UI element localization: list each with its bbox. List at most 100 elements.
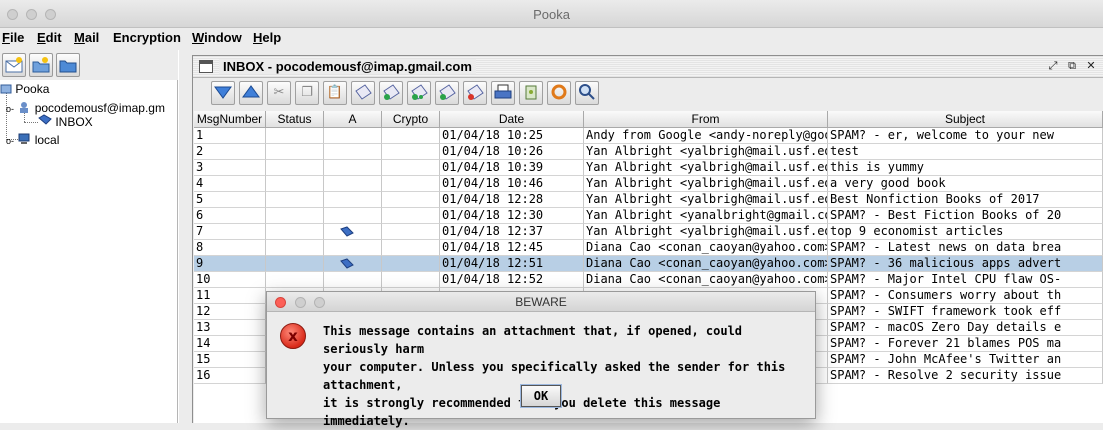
previous-message-button[interactable] (239, 81, 263, 105)
cell-attachment (324, 144, 382, 160)
inbox-frame-titlebar[interactable]: INBOX - pocodemousf@imap.gmail.com ⤢ ⧉ ✕ (193, 56, 1103, 78)
envelope-icon (355, 84, 372, 100)
table-row[interactable]: 2 01/04/18 10:26 Yan Albright <yalbrigh@ma… (194, 144, 1103, 160)
save-attachment-button[interactable] (519, 81, 543, 105)
dialog-message-line: your computer. Unless you specifically a… (323, 360, 786, 392)
dialog-minimize-button[interactable] (295, 297, 306, 308)
open-folder-button[interactable] (29, 53, 53, 77)
paste-button[interactable]: 📋 (323, 81, 347, 105)
menu-file[interactable]: File (2, 30, 24, 45)
menu-encryption[interactable]: Encryption (113, 30, 181, 45)
refresh-button[interactable] (547, 81, 571, 105)
table-row[interactable]: 6 01/04/18 12:30 Yan Albright <yanalbright… (194, 208, 1103, 224)
expand-handle-icon[interactable]: o- (6, 104, 14, 114)
refresh-icon (551, 84, 567, 100)
menu-edit[interactable]: Edit (37, 30, 62, 45)
send-button[interactable] (435, 81, 459, 105)
clipboard-icon: 📋 (326, 85, 344, 100)
cell-attachment (324, 160, 382, 176)
cell-crypto (382, 224, 440, 240)
cell-crypto (382, 176, 440, 192)
cell-from: Diana Cao <conan_caoyan@yahoo.com> (584, 256, 828, 272)
cell-status (266, 208, 324, 224)
cell-subject: SPAM? - Consumers worry about th (828, 288, 1103, 304)
cell-subject: SPAM? - John McAfee's Twitter an (828, 352, 1103, 368)
cell-subject: Best Nonfiction Books of 2017 (828, 192, 1103, 208)
ok-button[interactable]: OK (521, 385, 561, 407)
folder-star-icon (32, 57, 50, 73)
arrow-down-icon (214, 86, 232, 99)
frame-close-button[interactable]: ✕ (1083, 59, 1099, 73)
inbox-frame-title: INBOX - pocodemousf@imap.gmail.com (219, 59, 476, 74)
table-row[interactable]: 8 01/04/18 12:45 Diana Cao <conan_caoyan@y… (194, 240, 1103, 256)
cell-msgnumber: 10 (194, 272, 266, 288)
cell-msgnumber: 15 (194, 352, 266, 368)
column-header-status[interactable]: Status (266, 111, 324, 128)
cell-attachment (324, 208, 382, 224)
cell-attachment (324, 176, 382, 192)
cell-crypto (382, 272, 440, 288)
cell-attachment (324, 128, 382, 144)
new-message-button[interactable] (2, 53, 26, 77)
cell-msgnumber: 6 (194, 208, 266, 224)
magnifier-icon (579, 84, 595, 100)
table-row[interactable]: 4 01/04/18 10:46 Yan Albright <yalbrigh@ma… (194, 176, 1103, 192)
column-header-subject[interactable]: Subject (828, 111, 1103, 128)
dialog-titlebar[interactable]: BEWARE (267, 292, 815, 312)
folder-button[interactable] (56, 53, 80, 77)
column-header-from[interactable]: From (584, 111, 828, 128)
tree-local[interactable]: o- local (6, 132, 59, 147)
attachment-icon (340, 226, 354, 237)
table-row[interactable]: 1 01/04/18 10:25 Andy from Google <andy-no… (194, 128, 1103, 144)
tree-root-label: Pooka (15, 82, 50, 96)
tree-account[interactable]: o- pocodemousf@imap.gm (6, 100, 165, 115)
table-row[interactable]: 7 01/04/18 12:37 Yan Albright <yalbrigh@ma… (194, 224, 1103, 240)
reply-button[interactable] (351, 81, 375, 105)
frame-iconify-button[interactable]: ⤢ (1045, 59, 1061, 73)
menu-help[interactable]: Help (253, 30, 281, 45)
table-row[interactable]: 5 01/04/18 12:28 Yan Albright <yalbrigh@ma… (194, 192, 1103, 208)
cell-status (266, 272, 324, 288)
cell-from: Yan Albright <yalbrigh@mail.usf.edu> (584, 176, 828, 192)
dialog-message: This message contains an attachment that… (323, 322, 813, 430)
cell-status (266, 256, 324, 272)
computer-icon (18, 133, 30, 144)
cell-attachment (324, 192, 382, 208)
inbox-toolbar: ✂ ❐ 📋 (205, 80, 1103, 108)
table-row[interactable]: 10 01/04/18 12:52 Diana Cao <conan_caoyan@… (194, 272, 1103, 288)
table-row[interactable]: 3 01/04/18 10:39 Yan Albright <yalbrigh@ma… (194, 160, 1103, 176)
copy-icon: ❐ (301, 85, 313, 100)
table-row[interactable]: 9 01/04/18 12:51 Diana Cao <conan_caoyan@y… (194, 256, 1103, 272)
cell-date: 01/04/18 12:30 (440, 208, 584, 224)
delete-button[interactable] (463, 81, 487, 105)
column-header-attachment[interactable]: A (324, 111, 382, 128)
menu-window[interactable]: Window (192, 30, 242, 45)
frame-maximize-button[interactable]: ⧉ (1064, 59, 1080, 73)
tree-inbox[interactable]: INBOX (38, 114, 93, 129)
print-button[interactable] (491, 81, 515, 105)
split-pane-divider[interactable] (178, 50, 190, 423)
cell-attachment (324, 256, 382, 272)
column-header-crypto[interactable]: Crypto (382, 111, 440, 128)
copy-button[interactable]: ❐ (295, 81, 319, 105)
tree-root-pooka[interactable]: Pooka (0, 82, 49, 96)
cell-msgnumber: 13 (194, 320, 266, 336)
search-button[interactable] (575, 81, 599, 105)
dialog-close-button[interactable] (275, 297, 286, 308)
expand-handle-icon[interactable]: o- (6, 136, 14, 146)
cut-button[interactable]: ✂ (267, 81, 291, 105)
menu-mail[interactable]: Mail (74, 30, 99, 45)
column-header-msgnumber[interactable]: MsgNumber (194, 111, 266, 128)
cell-crypto (382, 208, 440, 224)
cell-date: 01/04/18 10:25 (440, 128, 584, 144)
cell-status (266, 144, 324, 160)
cell-from: Yan Albright <yalbrigh@mail.usf.edu> (584, 144, 828, 160)
reply-all-button[interactable] (379, 81, 403, 105)
dialog-zoom-button[interactable] (314, 297, 325, 308)
next-message-button[interactable] (211, 81, 235, 105)
column-header-date[interactable]: Date (440, 111, 584, 128)
cell-from: Yan Albright <yalbrigh@mail.usf.edu> (584, 224, 828, 240)
cell-crypto (382, 160, 440, 176)
forward-button[interactable] (407, 81, 431, 105)
cell-subject: SPAM? - Latest news on data brea (828, 240, 1103, 256)
